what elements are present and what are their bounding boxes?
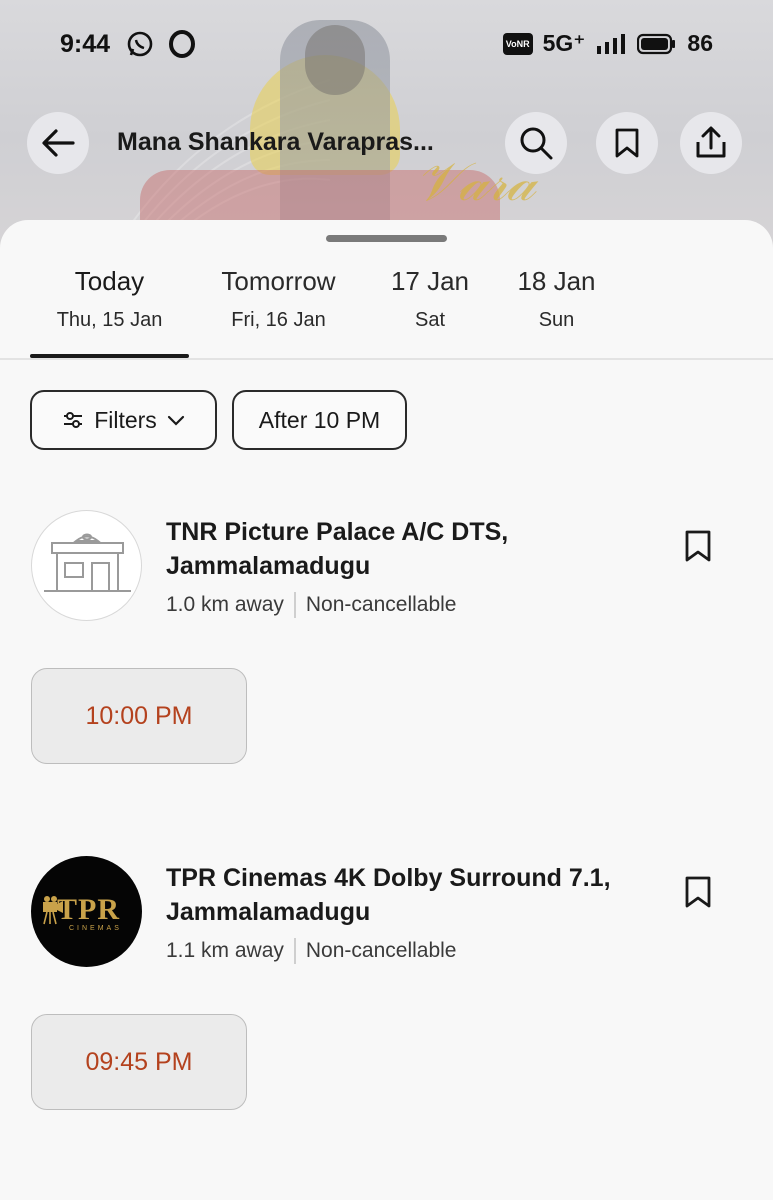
bookmark-icon[interactable] (683, 875, 713, 909)
bookmark-movie-button[interactable] (596, 112, 658, 174)
cinema-meta: 1.1 km away Non-cancellable (166, 938, 456, 964)
theatre-building-icon (44, 533, 131, 592)
search-button[interactable] (505, 112, 567, 174)
after-10pm-filter-chip[interactable]: After 10 PM (232, 390, 407, 450)
cinema-policy: Non-cancellable (305, 939, 457, 962)
cinema-meta: 1.0 km away Non-cancellable (166, 592, 456, 618)
whatsapp-icon (127, 31, 153, 57)
tab-sublabel: Sun (538, 309, 575, 331)
cinema-distance: 1.0 km away (166, 593, 284, 616)
page-title: Mana Shankara Varapras... (117, 128, 434, 156)
cinema-distance: 1.1 km away (166, 939, 284, 962)
back-button[interactable] (27, 112, 89, 174)
cinema-name[interactable]: TPR Cinemas 4K Dolby Surround 7.1, Jamma… (166, 861, 646, 929)
tab-label: Today (74, 266, 145, 296)
tab-label: Tomorrow (221, 266, 336, 296)
share-button[interactable] (680, 112, 742, 174)
meta-divider (293, 592, 296, 618)
sliders-icon (64, 412, 83, 428)
showtimes-sheet: Today Thu, 15 Jan Tomorrow Fri, 16 Jan 1… (0, 220, 773, 1200)
time-chip-label: After 10 PM (258, 406, 381, 433)
cinema-logo-placeholder (31, 510, 142, 621)
signal-icon (597, 33, 626, 54)
status-bar: 9:44 VoNR 5G⁺ 86 (0, 0, 773, 90)
cinema-policy: Non-cancellable (305, 593, 457, 616)
opera-icon (169, 30, 195, 58)
showtime-button[interactable]: 09:45 PM (31, 1014, 247, 1110)
tab-today[interactable]: Today Thu, 15 Jan (30, 266, 189, 332)
bookmark-icon (615, 128, 639, 158)
tab-sublabel: Sat (414, 309, 446, 331)
filters-button[interactable]: Filters (30, 390, 217, 450)
cinema-logo-tpr: TPR CINEMAS (31, 856, 142, 967)
app-header: Mana Shankara Varapras... (0, 112, 773, 176)
share-icon (696, 126, 726, 158)
status-time: 9:44 (60, 30, 111, 58)
tab-tomorrow[interactable]: Tomorrow Fri, 16 Jan (208, 266, 349, 332)
meta-divider (293, 938, 296, 964)
chevron-down-icon (167, 415, 184, 426)
tpr-logo-text: TPR (57, 893, 120, 926)
tab-label: 17 Jan (390, 266, 470, 296)
search-icon (520, 127, 553, 160)
filters-label: Filters (94, 406, 157, 433)
battery-level: 86 (687, 30, 713, 56)
bookmark-icon[interactable] (683, 529, 713, 563)
tpr-logo-subtext: CINEMAS (69, 925, 122, 932)
cinema-name[interactable]: TNR Picture Palace A/C DTS, Jammalamadug… (166, 515, 646, 583)
cinema-item-tpr: TPR CINEMAS TPR Cinemas 4K Dolby Surroun… (0, 856, 773, 1116)
active-tab-indicator (30, 354, 189, 358)
tab-17-jan[interactable]: 17 Jan Sat (382, 266, 478, 332)
date-tabs: Today Thu, 15 Jan Tomorrow Fri, 16 Jan 1… (0, 260, 773, 360)
cinema-item-tnr: TNR Picture Palace A/C DTS, Jammalamadug… (0, 510, 773, 770)
sheet-drag-handle[interactable] (326, 235, 447, 242)
showtime-button[interactable]: 10:00 PM (31, 668, 247, 764)
tab-18-jan[interactable]: 18 Jan Sun (508, 266, 605, 332)
tab-sublabel: Fri, 16 Jan (231, 309, 326, 331)
status-right: VoNR 5G⁺ 86 (502, 30, 713, 57)
tab-label: 18 Jan (517, 266, 596, 296)
battery-icon (637, 33, 676, 54)
back-arrow-icon (42, 129, 75, 157)
tab-sublabel: Thu, 15 Jan (56, 309, 163, 331)
vonr-badge: VoNR (502, 32, 533, 55)
network-type: 5G⁺ (542, 30, 586, 56)
